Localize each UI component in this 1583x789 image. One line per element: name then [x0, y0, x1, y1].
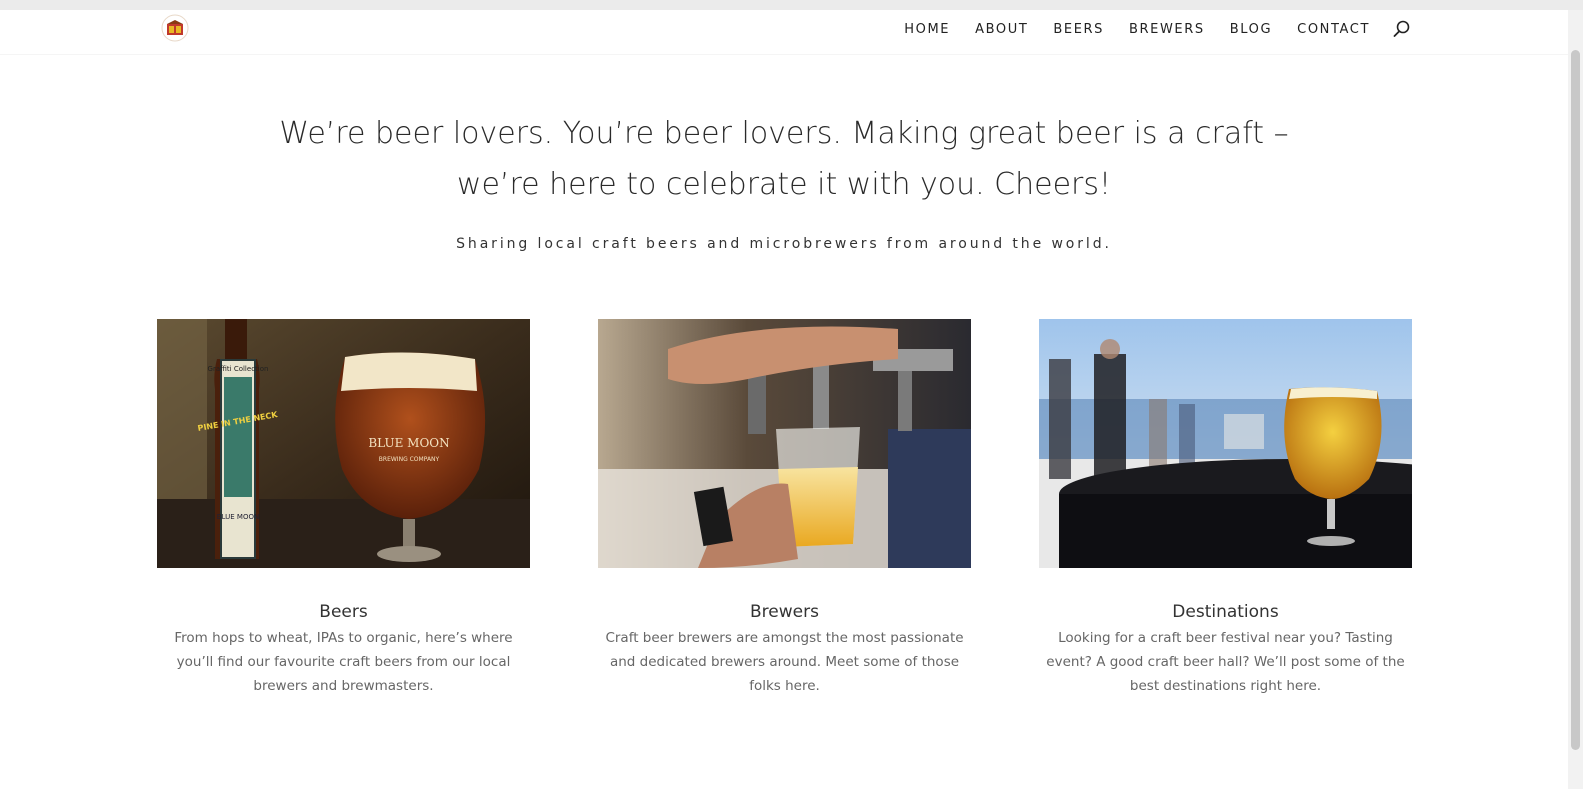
- brewers-photo[interactable]: [598, 319, 971, 568]
- card-text-brewers: Craft beer brewers are amongst the most …: [605, 630, 964, 694]
- hero-tagline: Sharing local craft beers and microbrewe…: [456, 236, 1112, 252]
- nav-beers[interactable]: BEERS: [1053, 22, 1104, 37]
- hero-headline-line-2: we’re here to celebrate it with you. Che…: [456, 167, 1112, 202]
- main-nav: HOME ABOUT BEERS BREWERS BLOG CONTACT: [879, 19, 1412, 39]
- nav-about[interactable]: ABOUT: [975, 22, 1028, 37]
- feature-card-brewers: Brewers Craft beer brewers are amongst t…: [598, 319, 971, 698]
- glass-brand-sub: BREWING COMPANY: [379, 456, 440, 463]
- nav-home[interactable]: HOME: [904, 22, 950, 37]
- bottle-label-top: Graffiti Collection: [208, 365, 269, 373]
- card-text-beers: From hops to wheat, IPAs to organic, her…: [174, 630, 513, 694]
- feature-card-destinations: Destinations Looking for a craft beer fe…: [1039, 319, 1412, 698]
- scrollbar-thumb[interactable]: [1571, 50, 1580, 750]
- nav-contact[interactable]: CONTACT: [1297, 22, 1370, 37]
- feature-card-beers: Graffiti Collection PINE IN THE NECK BLU…: [157, 319, 530, 698]
- site-header: HOME ABOUT BEERS BREWERS BLOG CONTACT: [0, 10, 1568, 54]
- card-title-brewers[interactable]: Brewers: [598, 602, 971, 622]
- beers-photo[interactable]: Graffiti Collection PINE IN THE NECK BLU…: [157, 319, 530, 568]
- card-title-destinations[interactable]: Destinations: [1039, 602, 1412, 622]
- nav-blog[interactable]: BLOG: [1230, 22, 1272, 37]
- hero-headline-line-1: We’re beer lovers. You’re beer lovers. M…: [279, 116, 1289, 151]
- glass-brand: BLUE MOON: [368, 436, 449, 450]
- bottle-label-brand: BLUE MOON: [217, 513, 259, 521]
- scrollbar[interactable]: [1568, 10, 1583, 789]
- card-text-destinations: Looking for a craft beer festival near y…: [1046, 630, 1405, 694]
- nav-brewers[interactable]: BREWERS: [1129, 22, 1205, 37]
- search-icon[interactable]: [1392, 19, 1412, 39]
- destinations-photo[interactable]: [1039, 319, 1412, 568]
- site-logo[interactable]: [161, 14, 189, 42]
- card-title-beers[interactable]: Beers: [157, 602, 530, 622]
- hero-headline: We’re beer lovers. You’re beer lovers. M…: [0, 108, 1568, 210]
- top-strip: [0, 0, 1583, 10]
